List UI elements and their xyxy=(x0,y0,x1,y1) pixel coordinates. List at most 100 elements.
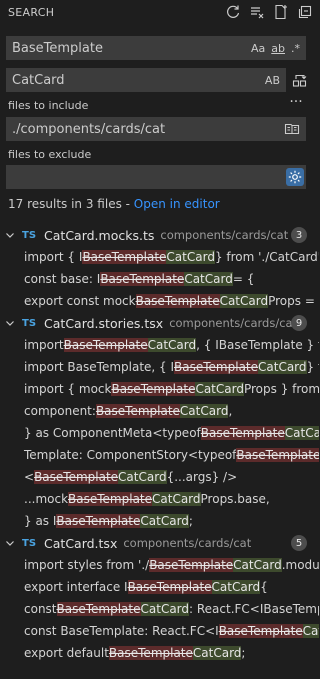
clear-results-icon[interactable] xyxy=(249,4,265,20)
match-count-badge: 5 xyxy=(291,535,307,551)
match-line[interactable]: import { mock BaseTemplate CatCard Props } … xyxy=(0,378,319,400)
match-line[interactable]: const BaseTemplate CatCard: React.FC<IBas… xyxy=(0,598,319,620)
file-name: CatCard.tsx xyxy=(44,535,118,551)
match-line[interactable]: } as I BaseTemplate CatCard; xyxy=(0,510,319,532)
match-line[interactable]: ...mock BaseTemplate CatCard Props.base, xyxy=(0,488,319,510)
typescript-file-icon: TS xyxy=(22,537,37,549)
match-line[interactable]: } as ComponentMeta<typeof BaseTemplate Ca… xyxy=(0,422,319,444)
replacement-text: CatCard xyxy=(166,250,215,264)
line-text: = { xyxy=(232,272,255,286)
line-text: } as I xyxy=(24,514,57,528)
match-line[interactable]: import { I BaseTemplate CatCard } from './… xyxy=(0,246,319,268)
line-text: : React.FC<IBaseTemp... xyxy=(189,602,319,616)
regex-toggle[interactable]: .* xyxy=(291,42,300,55)
match-case-toggle[interactable]: Aa xyxy=(251,42,265,55)
match-line[interactable]: Template: ComponentStory<typeof BaseTemp… xyxy=(0,444,319,466)
typescript-file-icon: TS xyxy=(22,317,37,329)
include-input-value: ./components/cards/cat xyxy=(12,121,166,137)
removed-match-text: BaseTemplate xyxy=(68,492,153,506)
results-summary: 17 results in 3 files - Open in editor xyxy=(8,197,220,211)
search-panel-header: SEARCH xyxy=(0,0,319,24)
refresh-icon[interactable] xyxy=(225,4,241,20)
use-exclude-settings-icon[interactable] xyxy=(286,168,304,186)
match-line[interactable]: const BaseTemplate: React.FC<I BaseTempla… xyxy=(0,620,319,642)
replace-input-value: CatCard xyxy=(12,72,65,88)
removed-match-text: BaseTemplate xyxy=(174,360,259,374)
file-result-row[interactable]: TS CatCard.stories.tsx components/cards/ca… xyxy=(0,312,319,334)
exclude-input[interactable] xyxy=(6,165,306,189)
line-text: export const mock xyxy=(24,294,136,308)
exclude-label: files to exclude xyxy=(8,148,92,161)
match-line[interactable]: import BaseTemplate, { I BaseTemplate CatC… xyxy=(0,356,319,378)
match-line[interactable]: export default BaseTemplate CatCard; xyxy=(0,642,319,664)
toggle-details-icon[interactable]: ··· xyxy=(288,94,304,110)
line-text: ...mock xyxy=(24,492,69,506)
replacement-text: CatCard xyxy=(147,338,197,352)
replacement-text: Cat... xyxy=(302,624,319,638)
file-name: CatCard.stories.tsx xyxy=(44,315,164,331)
replacement-text: CatCard xyxy=(118,470,167,484)
new-search-editor-icon[interactable] xyxy=(273,4,289,20)
removed-match-text: BaseTemplate xyxy=(100,272,185,286)
line-text: import styles from './ xyxy=(24,558,150,572)
removed-match-text: BaseTemplate xyxy=(135,294,220,308)
line-text: , { IBaseTemplate } fr... xyxy=(196,338,319,352)
match-line[interactable]: export const mock BaseTemplate CatCard Prop… xyxy=(0,290,319,312)
removed-match-text: BaseTemplate... xyxy=(236,448,319,462)
replacement-text: CatCard xyxy=(258,360,307,374)
file-result-row[interactable]: TS CatCard.tsx components/cards/cat 5 xyxy=(0,532,319,554)
line-text: {...args} /> xyxy=(166,470,238,484)
line-text: Props.base, xyxy=(200,492,270,506)
open-in-editor-link[interactable]: Open in editor xyxy=(134,197,220,211)
match-count-badge: 9 xyxy=(291,315,307,331)
match-line[interactable]: const base: I BaseTemplate CatCard = { xyxy=(0,268,319,290)
replacement-text: CatCard xyxy=(195,382,244,396)
removed-match-text: BaseTemplate xyxy=(149,558,234,572)
results-tree: TS CatCard.mocks.ts components/cards/cat 3 i… xyxy=(0,224,319,664)
replacement-text: CatCard xyxy=(140,602,190,616)
line-text: Props = { xyxy=(268,294,319,308)
file-path: components/cards/cat xyxy=(169,316,298,330)
whole-word-toggle[interactable]: ab xyxy=(271,42,285,55)
replacement-text: CatCard xyxy=(179,404,229,418)
panel-title: SEARCH xyxy=(8,5,55,19)
match-line[interactable]: export interface I BaseTemplate CatCard { xyxy=(0,576,319,598)
line-text: Template: ComponentStory<typeof xyxy=(24,448,237,462)
chevron-down-icon[interactable] xyxy=(4,537,16,549)
line-text: } from './CatCard'; xyxy=(214,250,319,264)
match-line[interactable]: < BaseTemplate CatCard {...args} /> xyxy=(0,466,319,488)
match-line[interactable]: component: BaseTemplate CatCard, xyxy=(0,400,319,422)
chevron-down-icon[interactable] xyxy=(4,229,16,241)
open-editors-only-icon[interactable] xyxy=(284,121,300,137)
removed-match-text: BaseTemplate xyxy=(108,646,193,660)
replacement-text: CatCa... xyxy=(284,426,319,440)
include-input[interactable]: ./components/cards/cat xyxy=(6,117,306,141)
line-text: { xyxy=(260,580,268,594)
file-result-row[interactable]: TS CatCard.mocks.ts components/cards/cat 3 xyxy=(0,224,319,246)
match-line[interactable]: import BaseTemplate CatCard, { IBaseTempl… xyxy=(0,334,319,356)
typescript-file-icon: TS xyxy=(22,229,37,241)
removed-match-text: BaseTemplate xyxy=(34,470,119,484)
line-text: , xyxy=(228,404,233,418)
line-text: export default xyxy=(24,646,109,660)
preserve-case-toggle[interactable]: AB xyxy=(265,74,280,87)
chevron-down-icon[interactable] xyxy=(4,317,16,329)
results-count-text: 17 results in 3 files - xyxy=(8,197,134,211)
line-text: .modul... xyxy=(281,558,319,572)
file-name: CatCard.mocks.ts xyxy=(44,227,155,243)
line-text: } as ComponentMeta<typeof xyxy=(24,426,201,440)
replacement-text: CatCard xyxy=(184,272,233,286)
removed-match-text: BaseTemplate xyxy=(56,514,141,528)
match-line[interactable]: import styles from './BaseTemplate CatCar… xyxy=(0,554,319,576)
line-text: import { I xyxy=(24,250,83,264)
search-input-value: BaseTemplate xyxy=(12,40,103,56)
search-input[interactable]: BaseTemplate Aa ab .* xyxy=(6,36,306,60)
removed-match-text: BaseTemplate xyxy=(56,602,141,616)
removed-match-text: BaseTemplate xyxy=(95,404,180,418)
replacement-text: CatCard xyxy=(152,492,201,506)
replace-input[interactable]: CatCard AB xyxy=(6,68,286,92)
collapse-all-icon[interactable] xyxy=(297,4,313,20)
file-path: components/cards/cat xyxy=(160,228,289,242)
replace-all-icon[interactable] xyxy=(292,72,308,88)
line-text: < xyxy=(24,470,35,484)
